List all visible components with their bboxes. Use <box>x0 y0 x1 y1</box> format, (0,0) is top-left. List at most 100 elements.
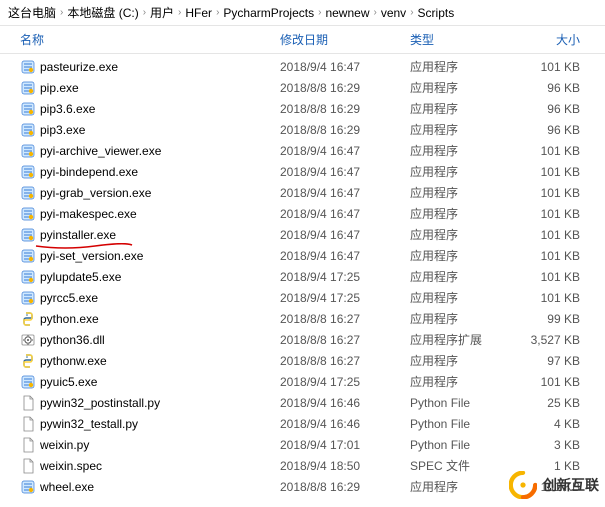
chevron-right-icon: › <box>318 7 321 18</box>
file-row[interactable]: pasteurize.exe2018/9/4 16:47应用程序101 KB <box>0 56 605 77</box>
exe-icon <box>20 206 36 222</box>
file-row[interactable]: pythonw.exe2018/8/8 16:27应用程序97 KB <box>0 350 605 371</box>
file-size: 101 KB <box>520 228 590 242</box>
file-size: 3 KB <box>520 438 590 452</box>
file-date: 2018/8/8 16:29 <box>280 123 410 137</box>
file-size: 101 KB <box>520 480 590 494</box>
file-date: 2018/9/4 17:25 <box>280 270 410 284</box>
file-type: 应用程序 <box>410 226 520 243</box>
file-row[interactable]: weixin.py2018/9/4 17:01Python File3 KB <box>0 434 605 455</box>
file-size: 101 KB <box>520 375 590 389</box>
exe-icon <box>20 374 36 390</box>
file-type: 应用程序 <box>410 247 520 264</box>
file-date: 2018/9/4 16:47 <box>280 186 410 200</box>
file-list: pasteurize.exe2018/9/4 16:47应用程序101 KBpi… <box>0 54 605 499</box>
file-size: 101 KB <box>520 144 590 158</box>
file-row[interactable]: python36.dll2018/8/8 16:27应用程序扩展3,527 KB <box>0 329 605 350</box>
file-row[interactable]: pylupdate5.exe2018/9/4 17:25应用程序101 KB <box>0 266 605 287</box>
file-row[interactable]: wheel.exe2018/8/8 16:29应用程序101 KB <box>0 476 605 497</box>
file-row[interactable]: pyi-archive_viewer.exe2018/9/4 16:47应用程序… <box>0 140 605 161</box>
file-row[interactable]: pyuic5.exe2018/9/4 17:25应用程序101 KB <box>0 371 605 392</box>
file-size: 101 KB <box>520 291 590 305</box>
breadcrumb-item[interactable]: HFer <box>185 6 212 20</box>
exe-icon <box>20 479 36 495</box>
file-name: pyi-makespec.exe <box>40 207 137 221</box>
file-row[interactable]: pywin32_postinstall.py2018/9/4 16:46Pyth… <box>0 392 605 413</box>
file-size: 96 KB <box>520 123 590 137</box>
file-size: 96 KB <box>520 102 590 116</box>
file-date: 2018/9/4 16:47 <box>280 207 410 221</box>
breadcrumb-item[interactable]: Scripts <box>418 6 455 20</box>
col-header-name[interactable]: 名称 <box>20 31 280 48</box>
file-size: 99 KB <box>520 312 590 326</box>
col-header-type[interactable]: 类型 <box>410 31 520 48</box>
file-row[interactable]: weixin.spec2018/9/4 18:50SPEC 文件1 KB <box>0 455 605 476</box>
exe-icon <box>20 80 36 96</box>
file-date: 2018/8/8 16:29 <box>280 102 410 116</box>
file-row[interactable]: pyi-set_version.exe2018/9/4 16:47应用程序101… <box>0 245 605 266</box>
file-size: 101 KB <box>520 207 590 221</box>
file-name: pyuic5.exe <box>40 375 97 389</box>
col-header-date[interactable]: 修改日期 <box>280 31 410 48</box>
file-name: pyi-grab_version.exe <box>40 186 151 200</box>
file-icon <box>20 458 36 474</box>
file-type: 应用程序 <box>410 352 520 369</box>
file-name: pip3.exe <box>40 123 85 137</box>
file-date: 2018/9/4 16:47 <box>280 60 410 74</box>
breadcrumb: 这台电脑 › 本地磁盘 (C:) › 用户 › HFer › PycharmProjects › n… <box>0 0 605 26</box>
exe-icon <box>20 101 36 117</box>
file-date: 2018/9/4 17:25 <box>280 375 410 389</box>
file-name: pyi-archive_viewer.exe <box>40 144 161 158</box>
col-header-size[interactable]: 大小 <box>520 31 590 48</box>
exe-icon <box>20 227 36 243</box>
breadcrumb-item[interactable]: venv <box>381 6 406 20</box>
file-size: 101 KB <box>520 60 590 74</box>
file-date: 2018/9/4 16:47 <box>280 165 410 179</box>
file-size: 3,527 KB <box>520 333 590 347</box>
file-size: 1 KB <box>520 459 590 473</box>
file-row[interactable]: pip3.exe2018/8/8 16:29应用程序96 KB <box>0 119 605 140</box>
exe-icon <box>20 164 36 180</box>
file-row[interactable]: pip3.6.exe2018/8/8 16:29应用程序96 KB <box>0 98 605 119</box>
file-size: 101 KB <box>520 270 590 284</box>
file-icon <box>20 416 36 432</box>
file-row[interactable]: python.exe2018/8/8 16:27应用程序99 KB <box>0 308 605 329</box>
file-row[interactable]: pyinstaller.exe2018/9/4 16:47应用程序101 KB <box>0 224 605 245</box>
file-row[interactable]: pywin32_testall.py2018/9/4 16:46Python F… <box>0 413 605 434</box>
file-date: 2018/8/8 16:27 <box>280 333 410 347</box>
file-date: 2018/9/4 16:46 <box>280 396 410 410</box>
file-type: Python File <box>410 438 520 452</box>
chevron-right-icon: › <box>178 7 181 18</box>
breadcrumb-item[interactable]: 用户 <box>150 4 174 21</box>
file-type: Python File <box>410 396 520 410</box>
file-name: python.exe <box>40 312 99 326</box>
chevron-right-icon: › <box>60 7 63 18</box>
breadcrumb-item[interactable]: PycharmProjects <box>223 6 314 20</box>
file-date: 2018/9/4 16:46 <box>280 417 410 431</box>
file-type: 应用程序 <box>410 478 520 495</box>
breadcrumb-item[interactable]: newnew <box>325 6 369 20</box>
file-type: 应用程序 <box>410 100 520 117</box>
file-row[interactable]: pyi-bindepend.exe2018/9/4 16:47应用程序101 K… <box>0 161 605 182</box>
file-name: pyi-set_version.exe <box>40 249 143 263</box>
file-type: 应用程序 <box>410 289 520 306</box>
exe-icon <box>20 248 36 264</box>
chevron-right-icon: › <box>410 7 413 18</box>
file-row[interactable]: pip.exe2018/8/8 16:29应用程序96 KB <box>0 77 605 98</box>
file-type: 应用程序 <box>410 58 520 75</box>
chevron-right-icon: › <box>143 7 146 18</box>
file-icon <box>20 395 36 411</box>
breadcrumb-item[interactable]: 本地磁盘 (C:) <box>67 4 138 21</box>
dll-icon <box>20 332 36 348</box>
file-size: 101 KB <box>520 165 590 179</box>
file-date: 2018/8/8 16:27 <box>280 354 410 368</box>
file-name: wheel.exe <box>40 480 94 494</box>
file-row[interactable]: pyi-makespec.exe 2018/9/4 16:47应用程序101 KB <box>0 203 605 224</box>
file-row[interactable]: pyrcc5.exe2018/9/4 17:25应用程序101 KB <box>0 287 605 308</box>
file-date: 2018/9/4 16:47 <box>280 228 410 242</box>
file-type: 应用程序 <box>410 142 520 159</box>
exe-icon <box>20 290 36 306</box>
file-type: 应用程序 <box>410 205 520 222</box>
file-row[interactable]: pyi-grab_version.exe2018/9/4 16:47应用程序10… <box>0 182 605 203</box>
breadcrumb-item[interactable]: 这台电脑 <box>8 4 56 21</box>
